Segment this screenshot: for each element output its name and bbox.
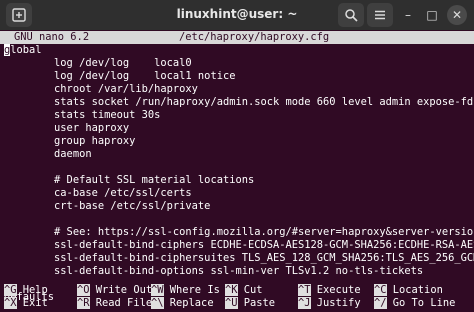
- editor-line-text: ssl-default-bind-options ssl-min-ver TLS…: [4, 265, 424, 277]
- editor-line[interactable]: global: [4, 44, 42, 57]
- shortcut-key: ^\: [151, 297, 164, 309]
- shortcut-key: ^O: [77, 284, 90, 296]
- shortcut-item[interactable]: ^K Cut: [225, 284, 263, 297]
- terminal-window: linuxhint@user: ~ – □ ✕ GNU nano 6.2 /et…: [0, 0, 474, 312]
- maximize-button[interactable]: □: [422, 5, 442, 25]
- shortcut-item[interactable]: ^C Location: [374, 284, 443, 297]
- editor-line[interactable]: log /dev/log local1 notice: [4, 70, 235, 83]
- editor-line-text: log /dev/log local0: [4, 57, 192, 69]
- search-icon: [345, 9, 358, 22]
- editor-line[interactable]: daemon: [4, 148, 92, 161]
- editor-line[interactable]: log /dev/log local0: [4, 57, 192, 70]
- shortcut-label: Replace: [169, 297, 214, 309]
- close-button[interactable]: ✕: [447, 5, 467, 25]
- shortcut-label: Go To Line: [392, 297, 456, 309]
- editor-line[interactable]: ssl-default-bind-options ssl-min-ver TLS…: [4, 265, 423, 278]
- shortcut-label: Write Out: [95, 284, 153, 296]
- shortcut-key: ^U: [225, 297, 238, 309]
- editor-line-text: ssl-default-bind-ciphers ECDHE-ECDSA-AES…: [4, 239, 474, 251]
- shortcut-item[interactable]: ^W Where Is: [151, 284, 220, 297]
- editor-line-text: ssl-default-bind-ciphersuites TLS_AES_12…: [4, 252, 474, 264]
- editor-line[interactable]: crt-base /etc/ssl/private: [4, 200, 210, 213]
- editor-line-text: stats socket /run/haproxy/admin.sock mod…: [4, 96, 474, 108]
- editor-line[interactable]: # See: https://ssl-config.mozilla.org/#s…: [4, 226, 474, 239]
- shortcut-key: ^/: [374, 297, 387, 309]
- title-bar: linuxhint@user: ~ – □ ✕: [0, 0, 474, 30]
- editor-line[interactable]: ssl-default-bind-ciphers ECDHE-ECDSA-AES…: [4, 239, 474, 252]
- shortcut-label: Execute: [316, 284, 361, 296]
- shortcut-key: ^R: [77, 297, 90, 309]
- shortcut-label: Help: [22, 284, 48, 296]
- shortcut-key: ^C: [374, 284, 387, 296]
- shortcut-label: Read File: [95, 297, 153, 309]
- nano-header-bar: GNU nano 6.2 /etc/haproxy/haproxy.cfg: [0, 31, 474, 44]
- shortcut-item[interactable]: ^U Paste: [225, 297, 275, 310]
- editor-line-text: crt-base /etc/ssl/private: [4, 200, 211, 212]
- editor-line-text: ca-base /etc/ssl/certs: [4, 187, 192, 199]
- minimize-button[interactable]: –: [398, 5, 418, 25]
- shortcut-key: ^G: [4, 284, 17, 296]
- editor-line-text: log /dev/log local1 notice: [4, 70, 236, 82]
- nano-filename: /etc/haproxy/haproxy.cfg: [179, 31, 330, 43]
- shortcut-item[interactable]: ^R Read File: [77, 297, 152, 310]
- shortcut-label: Cut: [243, 284, 263, 296]
- shortcut-item[interactable]: ^\ Replace: [151, 297, 214, 310]
- shortcut-key: ^W: [151, 284, 164, 296]
- editor-line-text: lobal: [10, 44, 42, 56]
- terminal-area[interactable]: GNU nano 6.2 /etc/haproxy/haproxy.cfg gl…: [0, 30, 474, 312]
- editor-line[interactable]: user haproxy: [4, 122, 129, 135]
- editor-line[interactable]: # Default SSL material locations: [4, 174, 254, 187]
- shortcut-item[interactable]: ^T Execute: [298, 284, 361, 297]
- editor-line-text: daemon: [4, 148, 92, 160]
- editor-line[interactable]: ca-base /etc/ssl/certs: [4, 187, 192, 200]
- shortcut-key: ^X: [4, 297, 17, 309]
- editor-line[interactable]: group haproxy: [4, 135, 135, 148]
- shortcut-key: ^K: [225, 284, 238, 296]
- editor-line[interactable]: ssl-default-bind-ciphersuites TLS_AES_12…: [4, 252, 474, 265]
- editor-line[interactable]: stats socket /run/haproxy/admin.sock mod…: [4, 96, 474, 109]
- shortcut-item[interactable]: ^J Justify: [298, 297, 361, 310]
- shortcut-label: Exit: [22, 297, 48, 309]
- editor-line-text: group haproxy: [4, 135, 136, 147]
- shortcut-key: ^J: [298, 297, 311, 309]
- shortcut-item[interactable]: ^O Write Out: [77, 284, 152, 297]
- editor-line-text: stats timeout 30s: [4, 109, 161, 121]
- editor-line-text: user haproxy: [4, 122, 130, 134]
- editor-line-text: # Default SSL material locations: [4, 174, 255, 186]
- shortcut-item[interactable]: ^/ Go To Line: [374, 297, 455, 310]
- hamburger-menu-icon: [375, 10, 385, 20]
- nano-version: GNU nano 6.2: [14, 31, 90, 43]
- shortcut-item[interactable]: ^G Help: [4, 284, 48, 297]
- editor-line-text: chroot /var/lib/haproxy: [4, 83, 198, 95]
- shortcut-label: Location: [392, 284, 443, 296]
- shortcut-item[interactable]: ^X Exit: [4, 297, 48, 310]
- editor-line-text: # See: https://ssl-config.mozilla.org/#s…: [4, 226, 474, 238]
- editor-line[interactable]: stats timeout 30s: [4, 109, 160, 122]
- search-button[interactable]: [338, 3, 364, 27]
- shortcut-label: Paste: [243, 297, 276, 309]
- shortcut-key: ^T: [298, 284, 311, 296]
- editor-line[interactable]: chroot /var/lib/haproxy: [4, 83, 198, 96]
- shortcut-label: Justify: [316, 297, 361, 309]
- shortcut-label: Where Is: [169, 284, 220, 296]
- menu-button[interactable]: [367, 3, 393, 27]
